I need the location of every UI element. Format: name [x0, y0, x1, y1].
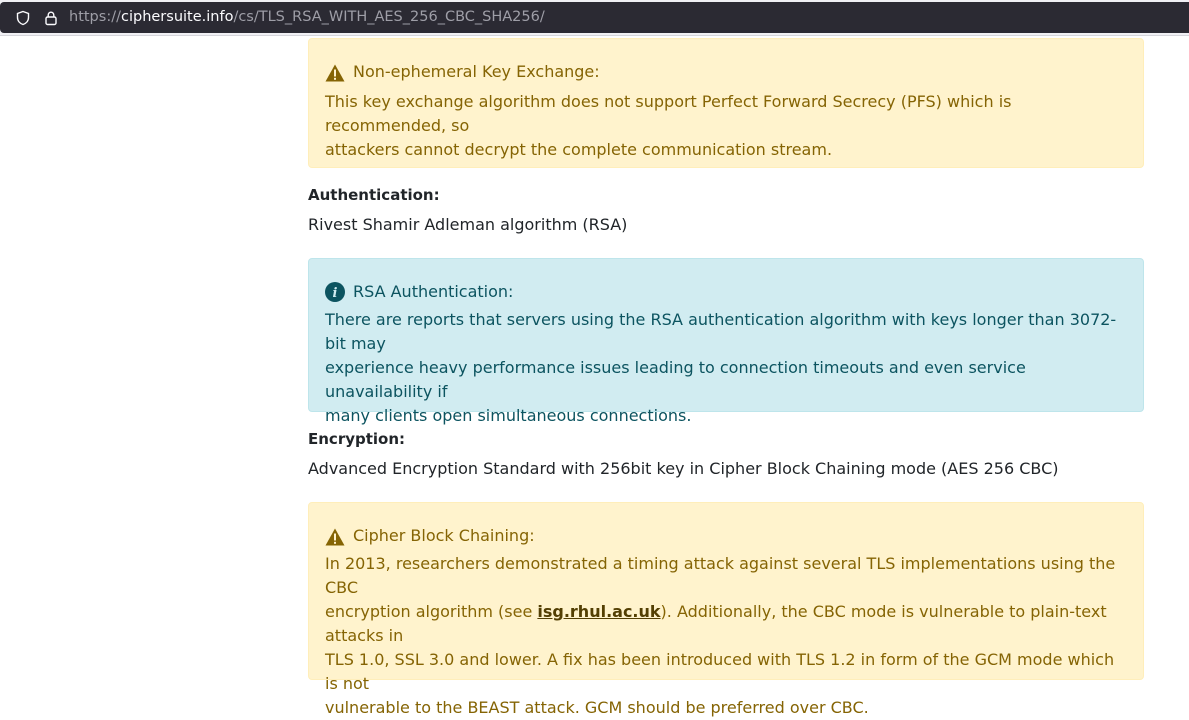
encryption-value: Advanced Encryption Standard with 256bit…: [308, 459, 1059, 478]
alert-title: RSA Authentication:: [353, 282, 514, 301]
warning-icon: [325, 64, 345, 82]
authentication-label: Authentication:: [308, 186, 440, 204]
svg-text:i: i: [333, 286, 338, 301]
alert-line: vulnerable to the BEAST attack. GCM shou…: [325, 698, 869, 717]
alert-line: This key exchange algorithm does not sup…: [325, 92, 1012, 135]
lock-icon[interactable]: [43, 10, 59, 26]
alert-header: i RSA Authentication:: [325, 282, 513, 302]
alert-title: Non-ephemeral Key Exchange:: [353, 62, 600, 81]
encryption-label: Encryption:: [308, 430, 406, 448]
browser-toolbar: https://ciphersuite.info/cs/TLS_RSA_WITH…: [0, 0, 1189, 36]
authentication-value: Rivest Shamir Adleman algorithm (RSA): [308, 215, 628, 234]
alert-body: This key exchange algorithm does not sup…: [325, 90, 1125, 162]
alert-header: Cipher Block Chaining:: [325, 526, 535, 546]
cbc-warning: Cipher Block Chaining: In 2013, research…: [308, 502, 1144, 717]
alert-line: experience heavy performance issues lead…: [325, 358, 1026, 401]
url-host: ciphersuite.info: [120, 9, 234, 25]
rsa-info-alert: i RSA Authentication: There are reports …: [308, 258, 1144, 425]
shield-icon[interactable]: [15, 10, 31, 26]
alert-header: Non-ephemeral Key Exchange:: [325, 62, 600, 82]
isg-rhul-link[interactable]: isg.rhul.ac.uk: [537, 602, 660, 621]
alert-line: TLS 1.0, SSL 3.0 and lower. A fix has be…: [325, 650, 1115, 693]
url-path: /cs/TLS_RSA_WITH_AES_256_CBC_SHA256/: [233, 9, 545, 25]
alert-text: encryption algorithm (see: [325, 602, 538, 621]
alert-line: encryption algorithm (see isg.rhul.ac.uk…: [325, 600, 1125, 648]
alert-line: attackers cannot decrypt the complete co…: [325, 140, 833, 159]
alert-body: There are reports that servers using the…: [325, 308, 1125, 428]
url-scheme: https://: [69, 9, 121, 25]
alert-line: In 2013, researchers demonstrated a timi…: [325, 554, 1116, 597]
alert-body: In 2013, researchers demonstrated a timi…: [325, 552, 1125, 720]
warning-icon: [325, 528, 345, 546]
alert-title: Cipher Block Chaining:: [353, 526, 535, 545]
alert-line: There are reports that servers using the…: [325, 310, 1117, 353]
info-icon: i: [325, 282, 345, 302]
address-bar[interactable]: https://ciphersuite.info/cs/TLS_RSA_WITH…: [0, 2, 1189, 33]
key-exchange-warning: Non-ephemeral Key Exchange: This key exc…: [308, 38, 1144, 168]
url-text[interactable]: https://ciphersuite.info/cs/TLS_RSA_WITH…: [69, 2, 545, 33]
alert-line: many clients open simultaneous connectio…: [325, 406, 692, 425]
